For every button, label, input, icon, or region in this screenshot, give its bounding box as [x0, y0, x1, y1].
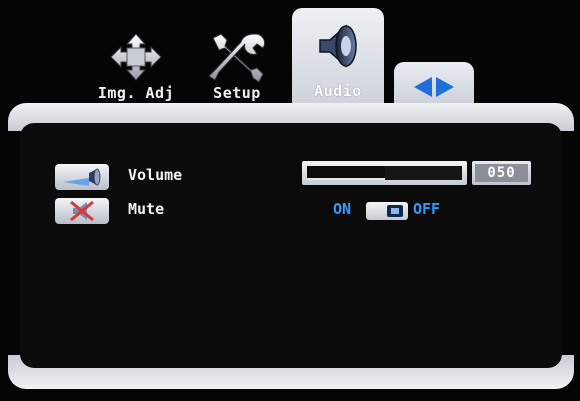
volume-value: 050	[475, 164, 528, 182]
left-right-arrows-icon	[414, 77, 454, 97]
volume-value-box: 050	[472, 161, 531, 185]
osd-screen: Img. Adj Setup Audio Volume 050 Mute ON …	[0, 0, 580, 401]
tab-setup[interactable]: Setup	[198, 10, 276, 115]
volume-slider-fill	[307, 166, 385, 180]
arrows-move-icon	[110, 33, 162, 81]
mute-x-icon	[55, 198, 109, 224]
wrench-screwdriver-icon	[208, 33, 266, 83]
speaker-volume-icon	[55, 164, 109, 190]
volume-slider-inner	[307, 166, 462, 180]
tab-label: Img. Adj	[97, 84, 175, 102]
mute-label: Mute	[128, 200, 165, 218]
mute-toggle[interactable]	[366, 202, 408, 220]
mute-toggle-knob	[387, 205, 403, 217]
tab-label: Audio	[314, 82, 362, 100]
tab-label: Setup	[213, 84, 261, 102]
settings-panel	[20, 123, 562, 368]
speaker-icon	[319, 24, 357, 68]
mute-on-label[interactable]: ON	[333, 200, 351, 218]
volume-slider[interactable]	[302, 161, 467, 185]
volume-label: Volume	[128, 166, 183, 184]
tab-img-adj[interactable]: Img. Adj	[82, 10, 190, 115]
mute-off-label[interactable]: OFF	[413, 200, 440, 218]
